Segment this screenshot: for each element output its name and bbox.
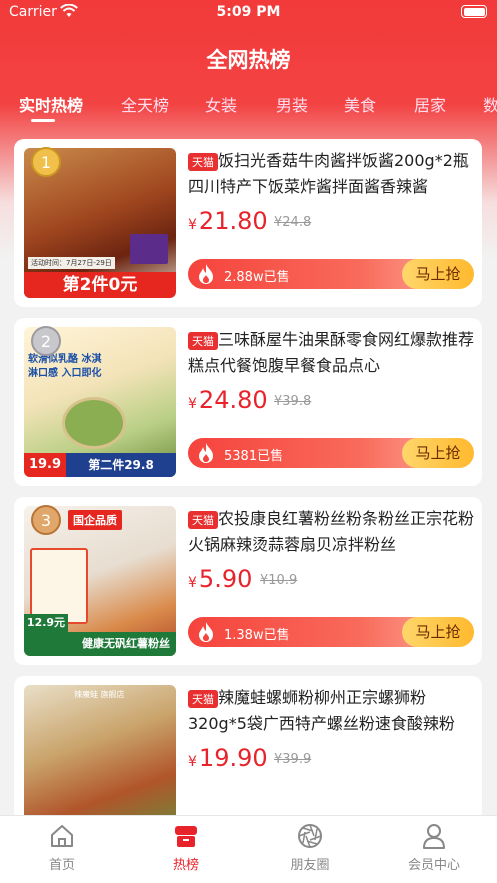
tabbar-moments[interactable]: 朋友圈 bbox=[248, 822, 372, 873]
price-value: 24.80 bbox=[198, 386, 268, 414]
thumb-price: 12.9元 bbox=[24, 614, 68, 632]
tabbar-home[interactable]: 首页 bbox=[0, 822, 124, 873]
thumb-promo-note: 活动时间：7月27日-29日 bbox=[28, 257, 115, 269]
buy-now-button[interactable]: 马上抢 bbox=[402, 438, 474, 468]
rank-number: 2 bbox=[41, 332, 51, 351]
product-title[interactable]: 农投康良红薯粉丝粉条粉丝正宗花粉火锅麻辣烫蒜蓉扇贝凉拌粉丝 bbox=[188, 506, 474, 558]
product-card[interactable]: 国企品质 12.9元 健康无矾红薯粉丝 3 天猫 农投康良红薯粉丝粉条粉丝正宗花… bbox=[14, 497, 482, 665]
buy-now-button[interactable]: 马上抢 bbox=[402, 259, 474, 289]
clock: 5:09 PM bbox=[216, 4, 281, 20]
product-title[interactable]: 辣魔蛙螺蛳粉柳州正宗螺狮粉320g*5袋广西特产螺丝粉速食酸辣粉 bbox=[188, 685, 474, 737]
price-value: 5.90 bbox=[198, 565, 253, 593]
price: ¥24.80 bbox=[188, 386, 268, 414]
sales-bar: 1.38w已售 马上抢 bbox=[188, 617, 474, 647]
tab-realtime[interactable]: 实时热榜 bbox=[19, 92, 83, 116]
original-price: ¥39.8 bbox=[274, 394, 312, 409]
package-graphic bbox=[30, 548, 88, 624]
tabbar-label: 首页 bbox=[48, 858, 75, 873]
tab-womens[interactable]: 女装 bbox=[205, 92, 237, 116]
tabbar-label: 朋友圈 bbox=[290, 858, 330, 873]
home-icon bbox=[51, 825, 73, 847]
thumb-promo-banner: 第二件29.8 bbox=[66, 453, 176, 477]
rank-number: 1 bbox=[41, 153, 51, 172]
fire-icon bbox=[199, 264, 213, 284]
rank-medal-icon: 3 bbox=[31, 505, 61, 535]
user-icon bbox=[423, 824, 445, 849]
tabbar-hot-list[interactable]: 热榜 bbox=[124, 822, 248, 873]
battery-icon bbox=[461, 5, 487, 18]
original-price: ¥10.9 bbox=[260, 573, 298, 588]
active-tab-indicator bbox=[31, 119, 55, 122]
product-title[interactable]: 饭扫光香菇牛肉酱拌饭酱200g*2瓶四川特产下饭菜炸酱拌面酱香辣酱 bbox=[188, 148, 474, 200]
page-title: 全网热榜 bbox=[206, 48, 291, 72]
price-value: 21.80 bbox=[198, 207, 268, 235]
product-card[interactable]: 软滑似乳酪 冰淇淋口感 入口即化 19.9 第二件29.8 2 天猫 三味酥屋牛… bbox=[14, 318, 482, 486]
fire-icon bbox=[199, 443, 213, 463]
tabbar-label: 会员中心 bbox=[407, 858, 460, 873]
price: ¥5.90 bbox=[188, 565, 253, 593]
tabbar-member-center[interactable]: 会员中心 bbox=[372, 822, 496, 873]
product-card[interactable]: 第2件0元 活动时间：7月27日-29日 1 天猫 饭扫光香菇牛肉酱拌饭酱200… bbox=[14, 139, 482, 307]
rank-medal-icon: 2 bbox=[31, 326, 61, 356]
thumb-promo-banner: 辣魔蛙 旗舰店 bbox=[74, 690, 125, 699]
buy-now-button[interactable]: 马上抢 bbox=[402, 617, 474, 647]
tab-food[interactable]: 美食 bbox=[344, 92, 376, 116]
rank-medal-icon: 1 bbox=[31, 147, 61, 177]
sales-bar: 2.88w已售 马上抢 bbox=[188, 259, 474, 289]
sold-count: 1.38w已售 bbox=[224, 628, 290, 643]
sold-count: 5381已售 bbox=[224, 449, 284, 464]
sold-count: 2.88w已售 bbox=[224, 270, 290, 285]
price-value: 19.90 bbox=[198, 744, 268, 772]
tab-digital[interactable]: 数 bbox=[483, 92, 497, 116]
tab-all-day[interactable]: 全天榜 bbox=[121, 92, 169, 116]
fire-icon bbox=[199, 622, 213, 642]
tab-home[interactable]: 居家 bbox=[414, 92, 446, 116]
thumb-price: 19.9 bbox=[24, 453, 66, 477]
original-price: ¥39.9 bbox=[274, 752, 312, 767]
category-tabs: 实时热榜 全天榜 女装 男装 美食 居家 数 bbox=[0, 92, 497, 124]
status-bar: Carrier 5:09 PM bbox=[0, 0, 497, 26]
sales-bar: 5381已售 马上抢 bbox=[188, 438, 474, 468]
sauce-jar-graphic bbox=[130, 234, 168, 264]
price: ¥21.80 bbox=[188, 207, 268, 235]
bottom-tab-bar: 首页 热榜 朋友圈 会员中心 bbox=[0, 815, 497, 883]
thumb-promo-note: 国企品质 bbox=[68, 510, 122, 530]
tabbar-label: 热榜 bbox=[172, 858, 199, 873]
price: ¥19.90 bbox=[188, 744, 268, 772]
rank-number: 3 bbox=[41, 511, 51, 530]
product-image[interactable]: 辣魔蛙 旗舰店 bbox=[24, 685, 176, 835]
product-title[interactable]: 三味酥屋牛油果酥零食网红爆款推荐糕点代餐饱腹早餐食品点心 bbox=[188, 327, 474, 379]
tab-mens[interactable]: 男装 bbox=[276, 92, 308, 116]
thumb-promo-banner: 第2件0元 bbox=[24, 272, 176, 298]
pastry-graphic bbox=[62, 397, 126, 449]
thumb-promo-banner: 健康无矾红薯粉丝 bbox=[24, 632, 176, 656]
original-price: ¥24.8 bbox=[274, 215, 312, 230]
aperture-icon bbox=[298, 824, 322, 848]
store-icon bbox=[175, 826, 197, 847]
